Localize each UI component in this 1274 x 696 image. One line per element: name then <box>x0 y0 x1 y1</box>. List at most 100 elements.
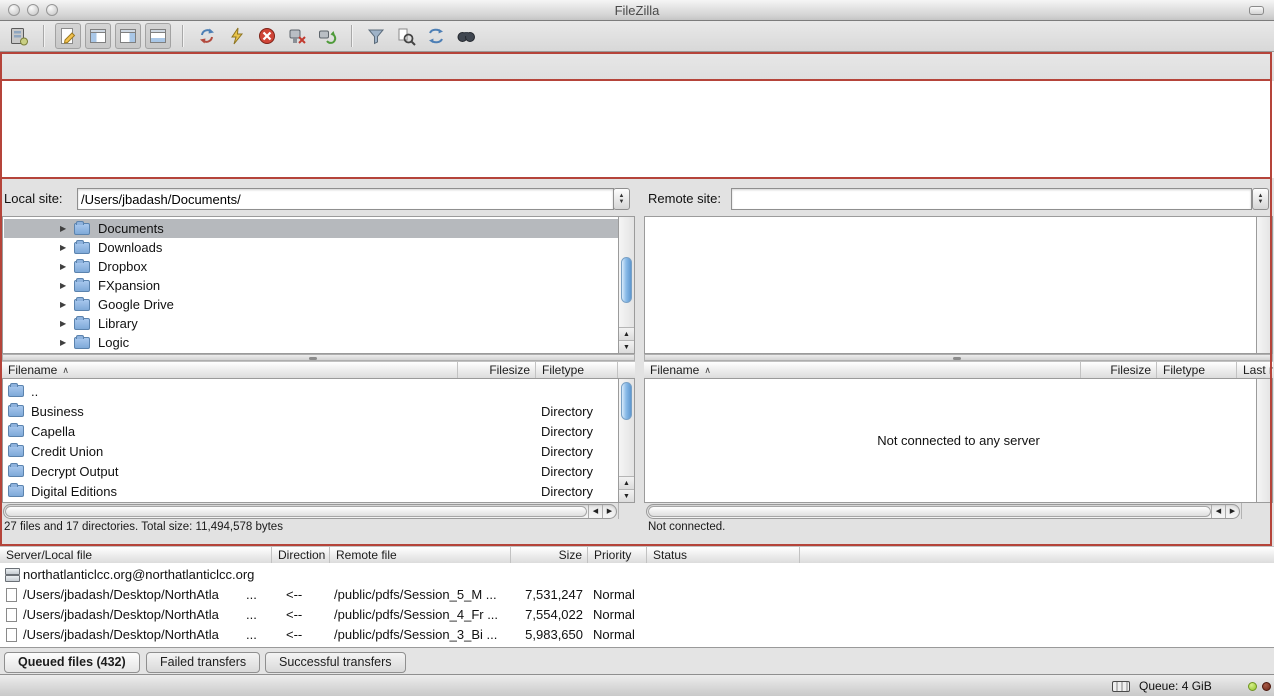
queue-server-row[interactable]: northatlanticlcc.org@northatlanticlcc.or… <box>0 565 1274 585</box>
scrollbar-thumb[interactable] <box>648 506 1211 517</box>
scroll-down-button[interactable]: ▼ <box>619 340 634 353</box>
disclosure-triangle-icon[interactable]: ▶ <box>60 243 74 252</box>
site-manager-icon[interactable] <box>6 23 32 49</box>
tree-vertical-scrollbar[interactable]: ▲ ▼ <box>618 217 634 353</box>
synchronized-browsing-icon[interactable] <box>423 23 449 49</box>
remote-horizontal-scrollbar[interactable]: ◀ ▶ <box>646 504 1240 519</box>
quickconnect-bar: Host: Username: Password: Port: Quickcon… <box>0 52 1274 81</box>
file-row-parent[interactable]: .. <box>4 381 619 401</box>
disclosure-triangle-icon[interactable]: ▶ <box>60 319 74 328</box>
scrollbar-thumb[interactable] <box>5 506 587 517</box>
queue-server-label: northatlanticlcc.org@northatlanticlcc.or… <box>23 565 254 585</box>
disclosure-triangle-icon[interactable]: ▶ <box>60 338 74 347</box>
filter-icon[interactable] <box>363 23 389 49</box>
remote-list-vertical-scrollbar[interactable] <box>1256 379 1272 502</box>
sort-asc-icon: ∧ <box>704 365 711 375</box>
file-name: Business <box>31 404 84 419</box>
remote-site-stepper[interactable]: ▲▼ <box>1252 188 1269 210</box>
file-row-business[interactable]: Business Directory <box>4 401 619 421</box>
tree-item-library[interactable]: ▶Library <box>4 314 619 333</box>
folder-icon <box>74 318 90 330</box>
file-row-digital-editions[interactable]: Digital EditionsDirectory <box>4 481 619 501</box>
queue-item-row[interactable]: /Users/jbadash/Desktop/NorthAtla ... <--… <box>0 585 1274 605</box>
remote-file-list: Not connected to any server <box>644 379 1273 503</box>
column-header-filetype[interactable]: Filetype <box>536 362 618 378</box>
toolbar-separator <box>351 25 352 47</box>
remote-pane-splitter[interactable] <box>644 354 1273 361</box>
cancel-transfer-icon[interactable] <box>254 23 280 49</box>
scroll-down-button[interactable]: ▼ <box>619 489 634 502</box>
file-type: Directory <box>541 404 593 419</box>
remote-list-header: Filename∧ Filesize Filetype Last m <box>644 361 1273 379</box>
disclosure-triangle-icon[interactable]: ▶ <box>60 281 74 290</box>
scrollbar-thumb[interactable] <box>621 382 632 420</box>
file-row-credit-union[interactable]: Credit UnionDirectory <box>4 441 619 461</box>
column-header-filename[interactable]: Filename∧ <box>2 362 458 378</box>
scroll-left-button[interactable]: ◀ <box>588 505 602 518</box>
local-pane-splitter[interactable] <box>2 354 635 361</box>
column-header-size[interactable]: Size <box>511 547 588 563</box>
scroll-left-button[interactable]: ◀ <box>1211 505 1225 518</box>
file-row-capella[interactable]: CapellaDirectory <box>4 421 619 441</box>
local-list-vertical-scrollbar[interactable]: ▲ ▼ <box>618 379 634 502</box>
column-header-last-modified[interactable]: Last m <box>1237 362 1273 378</box>
queue-priority: Normal <box>593 605 635 625</box>
column-header-filesize[interactable]: Filesize <box>458 362 536 378</box>
local-site-stepper[interactable]: ▲▼ <box>613 188 630 210</box>
toggle-queue-icon[interactable] <box>145 23 171 49</box>
splitter-grip-icon <box>953 357 961 360</box>
tab-failed-transfers[interactable]: Failed transfers <box>146 652 260 673</box>
column-header-filler <box>618 362 635 378</box>
directory-comparison-icon[interactable] <box>393 23 419 49</box>
splitter-grip-icon <box>309 357 317 360</box>
folder-icon <box>8 485 24 497</box>
disclosure-triangle-icon[interactable]: ▶ <box>60 224 74 233</box>
tree-item-documents[interactable]: ▶Documents <box>4 219 619 238</box>
column-header-priority[interactable]: Priority <box>588 547 647 563</box>
find-files-icon[interactable] <box>453 23 479 49</box>
process-queue-icon[interactable] <box>224 23 250 49</box>
truncation-ellipsis: ... <box>246 625 257 645</box>
column-header-filetype[interactable]: Filetype <box>1157 362 1237 378</box>
tree-item-dropbox[interactable]: ▶Dropbox <box>4 257 619 276</box>
column-header-filesize[interactable]: Filesize <box>1081 362 1157 378</box>
scroll-right-button[interactable]: ▶ <box>602 505 616 518</box>
scroll-right-button[interactable]: ▶ <box>1225 505 1239 518</box>
disconnect-icon[interactable] <box>284 23 310 49</box>
disclosure-triangle-icon[interactable]: ▶ <box>60 262 74 271</box>
toggle-remote-tree-icon[interactable] <box>115 23 141 49</box>
scroll-up-button[interactable]: ▲ <box>619 476 634 489</box>
zoom-button[interactable] <box>46 4 58 16</box>
close-button[interactable] <box>8 4 20 16</box>
column-header-direction[interactable]: Direction <box>272 547 330 563</box>
toolbar-toggle-lozenge[interactable] <box>1249 6 1264 15</box>
tree-item-logic[interactable]: ▶Logic <box>4 333 619 352</box>
refresh-icon[interactable] <box>194 23 220 49</box>
tree-item-downloads[interactable]: ▶Downloads <box>4 238 619 257</box>
local-horizontal-scrollbar[interactable]: ◀ ▶ <box>3 504 617 519</box>
disclosure-triangle-icon[interactable]: ▶ <box>60 300 74 309</box>
scrollbar-thumb[interactable] <box>621 257 632 303</box>
scroll-up-button[interactable]: ▲ <box>619 327 634 340</box>
remote-tree-vertical-scrollbar[interactable] <box>1256 217 1272 353</box>
queue-item-row[interactable]: /Users/jbadash/Desktop/NorthAtla ... <--… <box>0 625 1274 645</box>
local-site-input[interactable] <box>77 188 614 210</box>
remote-site-label: Remote site: <box>648 184 721 213</box>
reconnect-icon[interactable] <box>314 23 340 49</box>
toggle-message-log-icon[interactable] <box>55 23 81 49</box>
tree-item-google-drive[interactable]: ▶Google Drive <box>4 295 619 314</box>
sort-asc-icon: ∧ <box>62 365 69 375</box>
column-header-filename[interactable]: Filename∧ <box>644 362 1081 378</box>
tab-queued-files[interactable]: Queued files (432) <box>4 652 140 673</box>
column-header-server-local[interactable]: Server/Local file <box>0 547 272 563</box>
queue-item-row[interactable]: /Users/jbadash/Desktop/NorthAtla ... <--… <box>0 605 1274 625</box>
tree-item-fxpansion[interactable]: ▶FXpansion <box>4 276 619 295</box>
file-row-decrypt-output[interactable]: Decrypt OutputDirectory <box>4 461 619 481</box>
tab-successful-transfers[interactable]: Successful transfers <box>265 652 406 673</box>
remote-site-input[interactable] <box>731 188 1252 210</box>
speed-limits-icon[interactable] <box>1112 681 1130 692</box>
minimize-button[interactable] <box>27 4 39 16</box>
column-header-status[interactable]: Status <box>647 547 800 563</box>
toggle-local-tree-icon[interactable] <box>85 23 111 49</box>
column-header-remote-file[interactable]: Remote file <box>330 547 511 563</box>
